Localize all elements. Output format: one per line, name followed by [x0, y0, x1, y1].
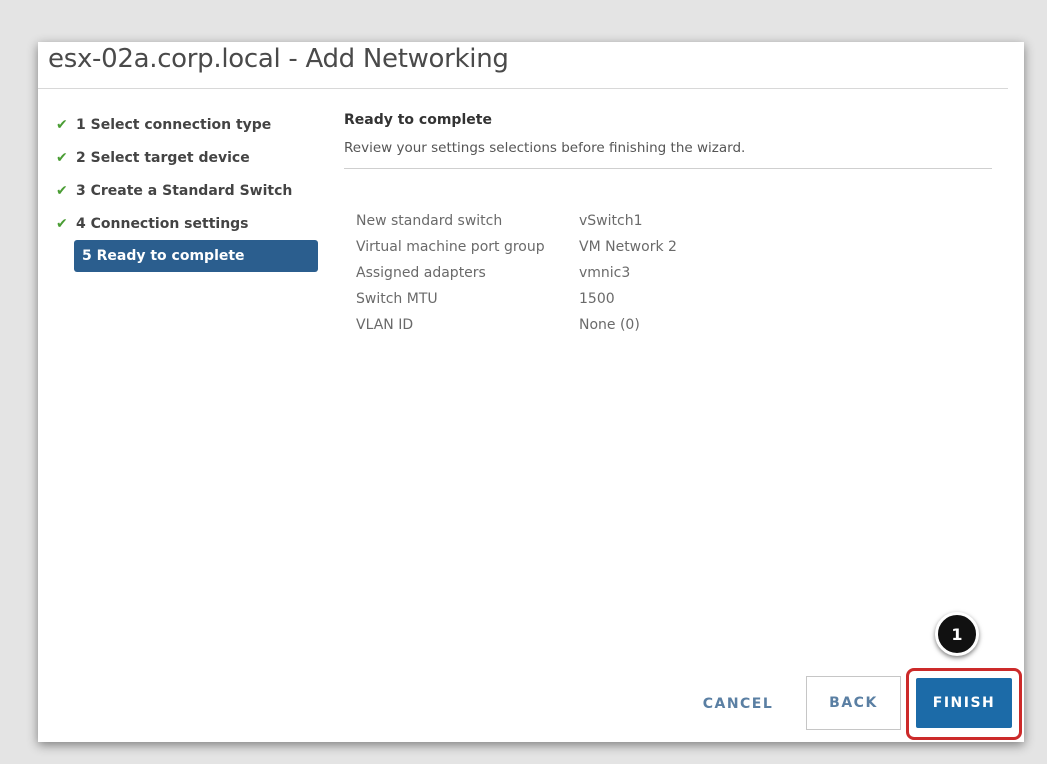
summary-key: VLAN ID [356, 317, 414, 333]
summary-value: VM Network 2 [579, 239, 677, 255]
step-callout-badge: 1 [935, 612, 979, 656]
summary-row: New standard switch vSwitch1 [356, 208, 677, 234]
content-panel: Ready to complete Review your settings s… [344, 112, 992, 169]
check-icon: ✔ [56, 182, 68, 199]
back-button[interactable]: BACK [806, 676, 901, 730]
summary-row: Virtual machine port group VM Network 2 [356, 234, 677, 260]
add-networking-dialog: esx-02a.corp.local - Add Networking ✔ 1 … [38, 42, 1024, 742]
content-heading: Ready to complete [344, 112, 492, 128]
summary-value: vmnic3 [579, 265, 631, 281]
step-label: 5 Ready to complete [82, 248, 245, 264]
check-icon: ✔ [56, 215, 68, 232]
summary-row: Switch MTU 1500 [356, 286, 677, 312]
step-label: 1 Select connection type [76, 116, 272, 133]
summary-key: New standard switch [356, 213, 503, 229]
summary-row: Assigned adapters vmnic3 [356, 260, 677, 286]
title-divider [38, 88, 1008, 89]
content-subheading: Review your settings selections before f… [344, 140, 746, 156]
summary-value: vSwitch1 [579, 213, 643, 229]
finish-button[interactable]: FINISH [916, 678, 1012, 728]
summary-key: Assigned adapters [356, 265, 486, 281]
summary-key: Switch MTU [356, 291, 438, 307]
settings-summary: New standard switch vSwitch1 Virtual mac… [356, 208, 677, 338]
summary-key: Virtual machine port group [356, 239, 545, 255]
summary-value: None (0) [579, 317, 640, 333]
step-select-target-device[interactable]: ✔ 2 Select target device [56, 141, 321, 174]
summary-value: 1500 [579, 291, 615, 307]
step-connection-settings[interactable]: ✔ 4 Connection settings [56, 207, 321, 240]
step-label: 3 Create a Standard Switch [76, 182, 293, 199]
summary-row: VLAN ID None (0) [356, 312, 677, 338]
wizard-steps: ✔ 1 Select connection type ✔ 2 Select ta… [56, 108, 321, 272]
step-label: 4 Connection settings [76, 215, 249, 232]
step-label: 2 Select target device [76, 149, 250, 166]
check-icon: ✔ [56, 116, 68, 133]
step-select-connection-type[interactable]: ✔ 1 Select connection type [56, 108, 321, 141]
cancel-button[interactable]: CANCEL [688, 687, 788, 721]
content-divider [344, 168, 992, 169]
step-create-standard-switch[interactable]: ✔ 3 Create a Standard Switch [56, 174, 321, 207]
dialog-title: esx-02a.corp.local - Add Networking [48, 44, 509, 74]
check-icon: ✔ [56, 149, 68, 166]
step-ready-to-complete[interactable]: 5 Ready to complete [74, 240, 318, 272]
